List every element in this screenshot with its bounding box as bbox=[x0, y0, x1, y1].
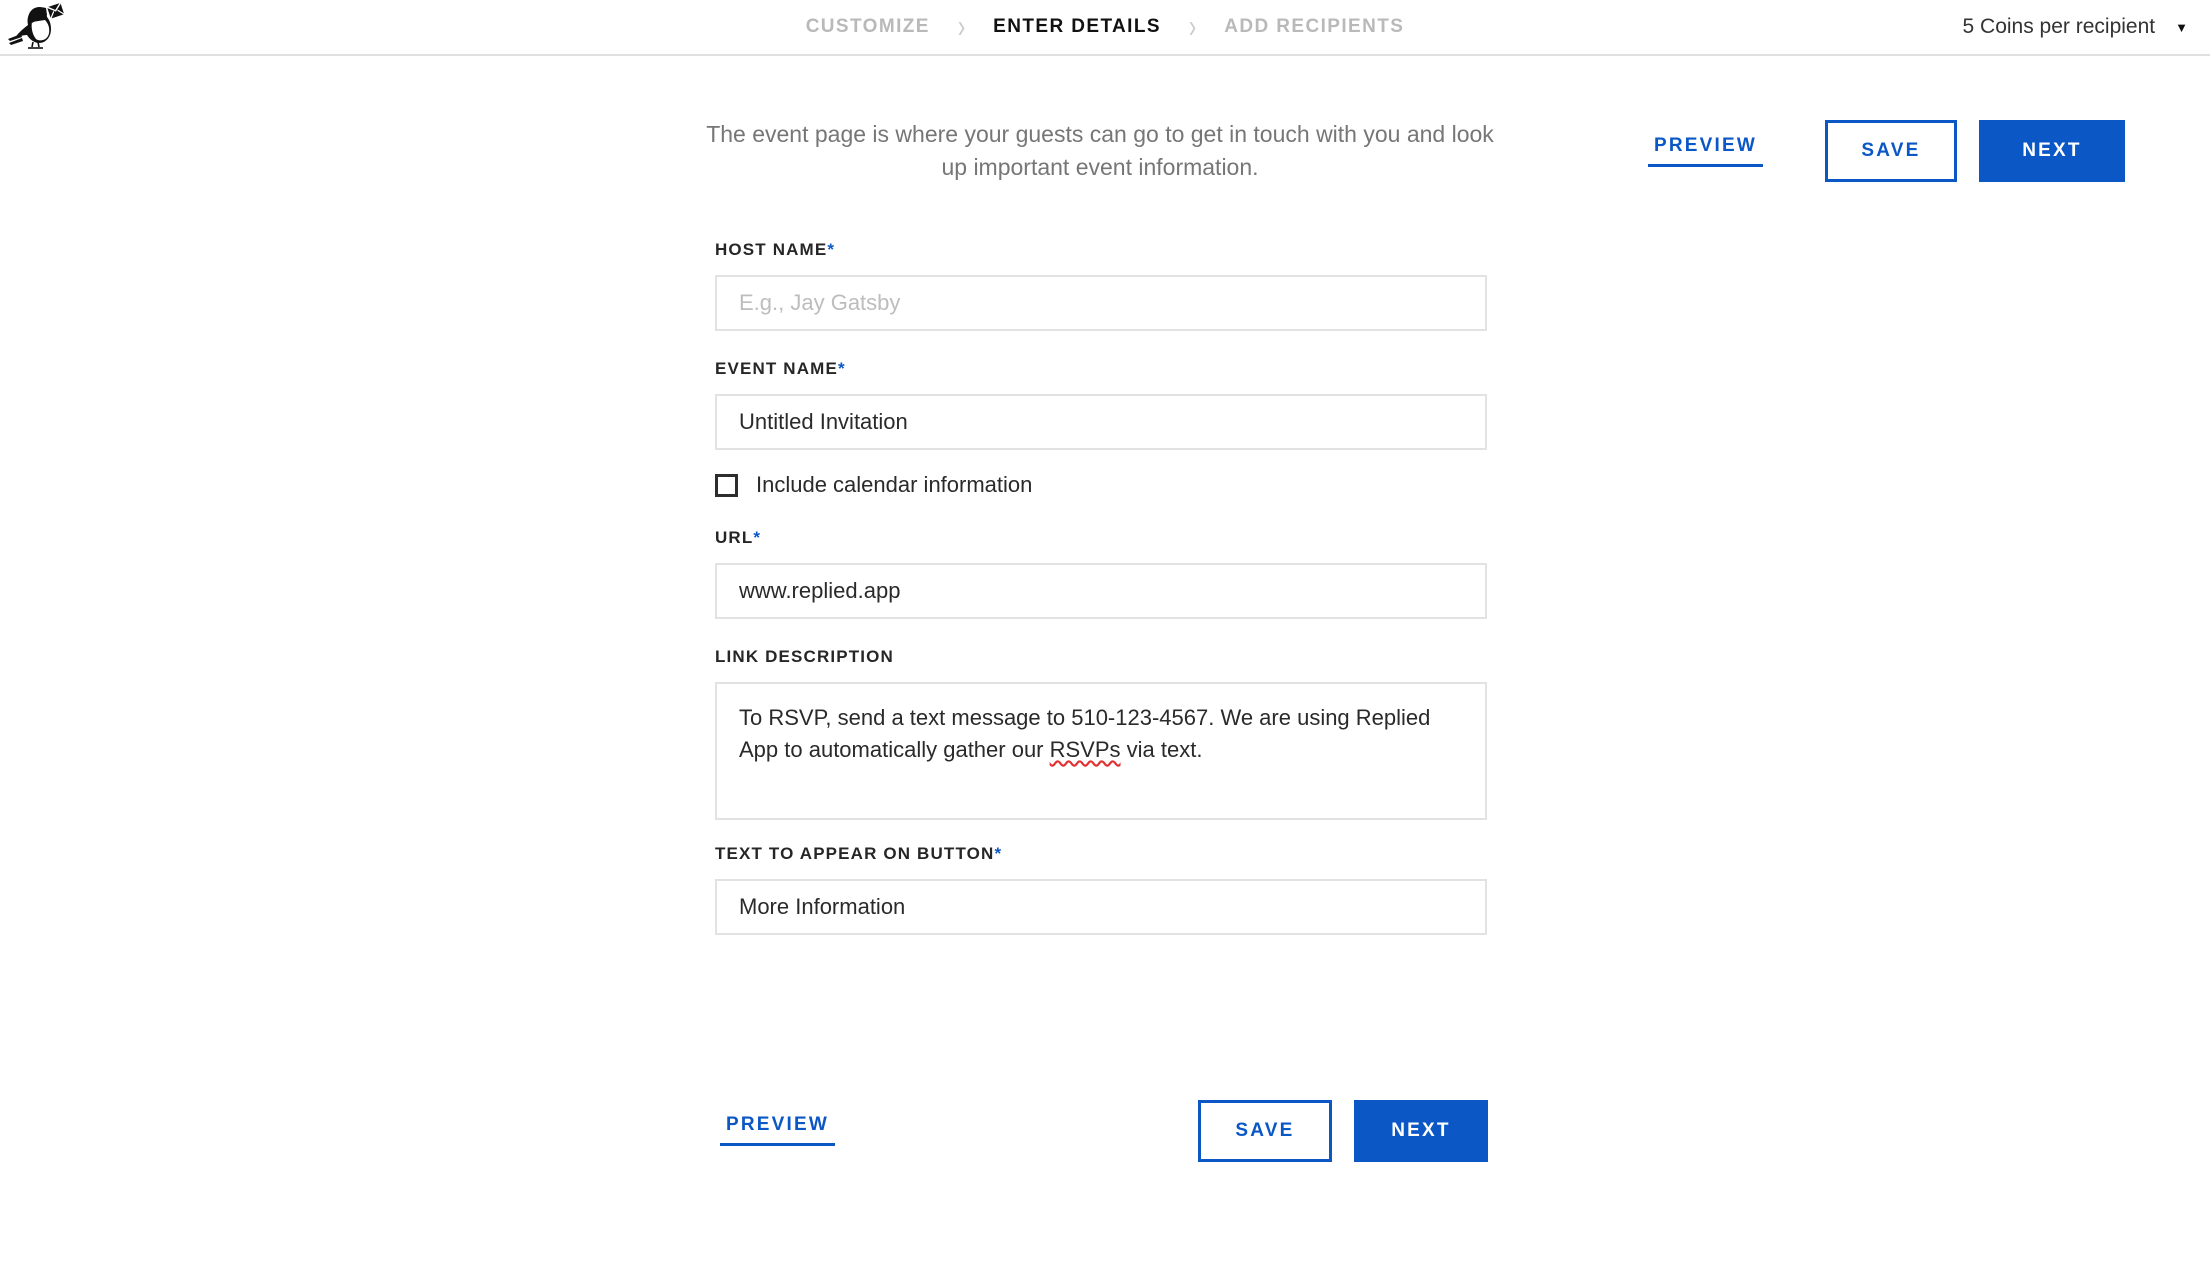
next-button-top[interactable]: NEXT bbox=[1979, 120, 2125, 182]
event-name-label: EVENT NAME* bbox=[715, 359, 1487, 379]
required-asterisk: * bbox=[994, 844, 1003, 863]
include-calendar-label: Include calendar information bbox=[756, 472, 1033, 497]
include-calendar-row[interactable]: Include calendar information bbox=[715, 472, 1487, 498]
preview-button-bottom[interactable]: PREVIEW bbox=[720, 1114, 836, 1146]
url-input[interactable] bbox=[715, 563, 1487, 619]
breadcrumb-step-customize[interactable]: CUSTOMIZE bbox=[806, 16, 930, 38]
app-header: CUSTOMIZE › ENTER DETAILS › ADD RECIPIEN… bbox=[0, 0, 2210, 56]
top-action-bar: PREVIEW SAVE NEXT bbox=[1647, 120, 2125, 182]
next-button-bottom[interactable]: NEXT bbox=[1354, 1100, 1488, 1162]
event-details-form: HOST NAME* EVENT NAME* Include calendar … bbox=[715, 240, 1487, 935]
url-label: URL* bbox=[715, 528, 1487, 548]
button-text-label-text: TEXT TO APPEAR ON BUTTON bbox=[715, 844, 995, 863]
event-name-input[interactable] bbox=[715, 394, 1487, 450]
breadcrumb: CUSTOMIZE › ENTER DETAILS › ADD RECIPIEN… bbox=[0, 0, 2210, 54]
preview-button-top[interactable]: PREVIEW bbox=[1647, 135, 1763, 167]
link-description-textarea[interactable]: To RSVP, send a text message to 510-123-… bbox=[715, 682, 1487, 820]
required-asterisk: * bbox=[753, 528, 762, 547]
host-name-label: HOST NAME* bbox=[715, 240, 1487, 260]
host-name-label-text: HOST NAME bbox=[715, 240, 828, 259]
event-name-label-text: EVENT NAME bbox=[715, 359, 838, 378]
breadcrumb-separator-icon: › bbox=[957, 7, 966, 45]
required-asterisk: * bbox=[827, 240, 836, 259]
save-button-top[interactable]: SAVE bbox=[1825, 120, 1957, 182]
coins-per-recipient-label: 5 Coins per recipient bbox=[1962, 15, 2156, 38]
link-description-text-after: via text. bbox=[1120, 737, 1203, 762]
host-name-input[interactable] bbox=[715, 275, 1487, 331]
page-intro-text: The event page is where your guests can … bbox=[706, 121, 1494, 180]
save-button-bottom[interactable]: SAVE bbox=[1198, 1100, 1332, 1162]
coins-per-recipient-dropdown[interactable]: 5 Coins per recipient ▼ bbox=[1963, 0, 2188, 54]
misspelled-word: RSVPs bbox=[1049, 737, 1121, 762]
required-asterisk: * bbox=[837, 359, 846, 378]
url-label-text: URL bbox=[715, 528, 754, 547]
button-text-input[interactable] bbox=[715, 879, 1487, 935]
chevron-down-icon: ▼ bbox=[2175, 19, 2188, 35]
link-description-label: LINK DESCRIPTION bbox=[715, 647, 1487, 667]
breadcrumb-step-add-recipients[interactable]: ADD RECIPIENTS bbox=[1224, 16, 1404, 38]
breadcrumb-separator-icon: › bbox=[1188, 7, 1197, 45]
link-description-label-text: LINK DESCRIPTION bbox=[715, 647, 894, 666]
bottom-action-bar: PREVIEW SAVE NEXT bbox=[715, 1100, 1488, 1162]
breadcrumb-step-enter-details[interactable]: ENTER DETAILS bbox=[993, 16, 1161, 38]
include-calendar-checkbox[interactable] bbox=[715, 473, 738, 497]
button-text-label: TEXT TO APPEAR ON BUTTON* bbox=[715, 844, 1487, 864]
